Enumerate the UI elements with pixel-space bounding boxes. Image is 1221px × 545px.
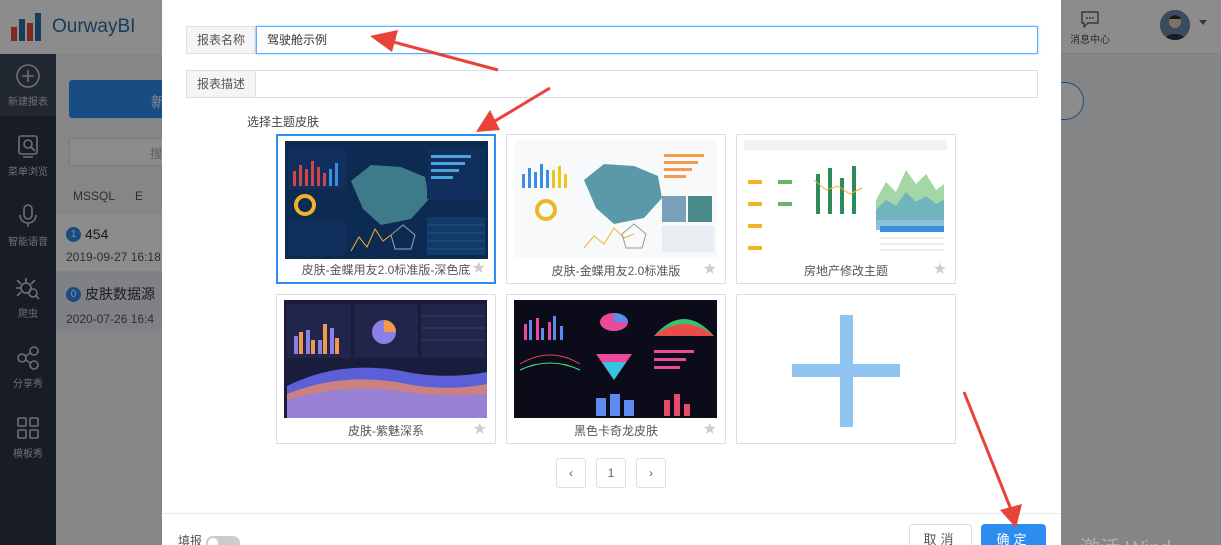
confirm-button[interactable]: 确定 — [981, 524, 1046, 545]
windows-activation-watermark: 激活 Wind — [1080, 532, 1171, 545]
dashboard-preview-image — [514, 300, 717, 418]
skin-label: 皮肤-金蝶用友2.0标准版-深色底 — [301, 263, 471, 277]
skin-label: 皮肤-紫魅深系 — [348, 424, 424, 438]
pagination-prev-button[interactable]: ‹ — [556, 458, 586, 488]
report-desc-field: 报表描述 — [186, 70, 1038, 98]
report-name-label: 报表名称 — [186, 26, 256, 54]
pagination-page[interactable]: 1 — [596, 458, 626, 488]
dashboard-preview-image — [284, 300, 487, 418]
add-skin-card[interactable] — [736, 294, 956, 444]
star-icon[interactable]: ★ — [703, 262, 717, 278]
report-name-field: 报表名称 驾驶舱示例 — [186, 26, 1038, 54]
star-icon[interactable]: ★ — [473, 422, 487, 438]
new-report-dialog: 报表名称 驾驶舱示例 报表描述 选择主题皮肤 皮肤-金蝶用友2.0标准版-深色底… — [162, 0, 1061, 545]
skin-thumbnail — [744, 140, 947, 258]
report-desc-label: 报表描述 — [186, 70, 256, 98]
plus-icon — [792, 315, 900, 427]
star-icon[interactable]: ★ — [703, 422, 717, 438]
dashboard-preview-image — [744, 140, 947, 258]
pagination-next-button[interactable]: › — [636, 458, 666, 488]
skin-card[interactable]: 皮肤-金蝶用友2.0标准版-深色底 ★ — [276, 134, 496, 284]
star-icon[interactable]: ★ — [472, 261, 486, 277]
skin-label: 黑色卡奇龙皮肤 — [573, 424, 658, 438]
skin-label: 皮肤-金蝶用友2.0标准版 — [551, 264, 681, 278]
skin-thumbnail — [514, 300, 717, 418]
app-root: 新建报表 菜单浏览 智能语音 爬虫 分享秀 模板秀 OurwayBI 消息中心 … — [0, 0, 1221, 545]
skin-card[interactable]: 皮肤-金蝶用友2.0标准版 ★ — [506, 134, 726, 284]
cancel-button[interactable]: 取消 — [909, 524, 972, 545]
dashboard-preview-image — [285, 141, 488, 259]
skin-thumbnail — [285, 141, 488, 259]
report-name-input[interactable]: 驾驶舱示例 — [256, 26, 1038, 54]
skin-thumbnail — [514, 140, 717, 258]
dashboard-preview-image — [514, 140, 717, 258]
report-desc-input[interactable] — [256, 70, 1038, 98]
skin-label: 房地产修改主题 — [803, 264, 888, 278]
fill-label: 填报 — [178, 534, 203, 545]
skin-card[interactable]: 房地产修改主题 ★ — [736, 134, 956, 284]
skin-card[interactable]: 黑色卡奇龙皮肤 ★ — [506, 294, 726, 444]
skin-card[interactable]: 皮肤-紫魅深系 ★ — [276, 294, 496, 444]
star-icon[interactable]: ★ — [933, 262, 947, 278]
skin-section-title: 选择主题皮肤 — [247, 115, 320, 129]
skin-thumbnail — [284, 300, 487, 418]
fill-toggle[interactable] — [206, 536, 240, 545]
